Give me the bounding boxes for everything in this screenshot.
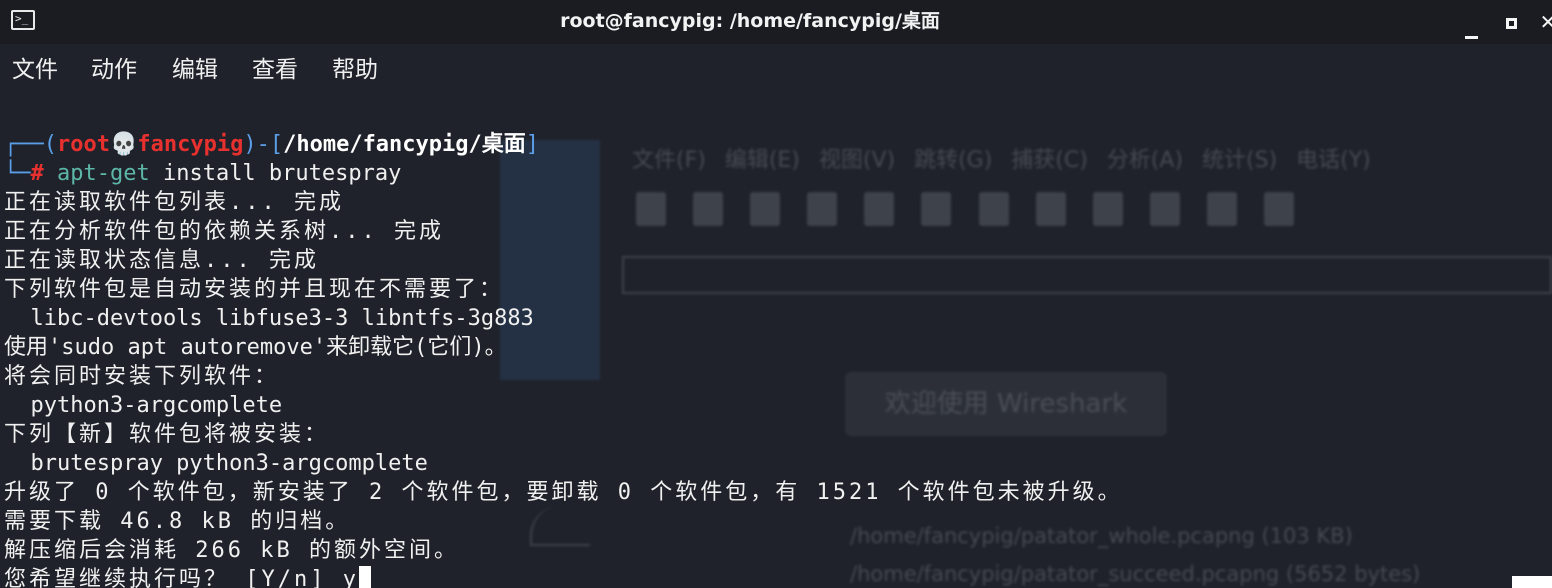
- background-toolbar: [636, 192, 1536, 228]
- menu-item-help[interactable]: 帮助: [332, 54, 378, 86]
- background-toolbar-icon: [750, 192, 781, 226]
- output-line: 正在读取状态信息... 完成: [4, 248, 319, 273]
- background-toolbar-icon: [693, 192, 724, 226]
- command-word: apt-get: [57, 161, 150, 186]
- background-sidebar: [500, 140, 600, 380]
- output-line: 解压缩后会消耗 266 kB 的额外空间。: [4, 538, 459, 563]
- maximize-icon: [1505, 18, 1517, 29]
- background-filter-bar: [622, 256, 1552, 294]
- maximize-button[interactable]: [1498, 8, 1524, 36]
- minimize-icon: [1464, 36, 1478, 39]
- confirm-prompt: 您希望继续执行吗？ [Y/n] y: [4, 567, 359, 588]
- output-line: 将会同时安装下列软件：: [4, 364, 280, 389]
- command-line: └─# apt-get install brutespray: [4, 159, 401, 188]
- confirm-line: 您希望继续执行吗？ [Y/n] y: [4, 565, 371, 588]
- skull-icon: 💀: [109, 132, 138, 157]
- partial-window-edge: [1512, 576, 1552, 588]
- output-line: 下列软件包是自动安装的并且现在不需要了：: [4, 277, 505, 302]
- background-menu: 文件(F) 编辑(E) 视图(V) 跳转(G) 捕获(C) 分析(A) 统计(S…: [632, 148, 1371, 173]
- prompt-mid: )-[: [243, 132, 284, 157]
- background-window-ghost: 文件(F) 编辑(E) 视图(V) 跳转(G) 捕获(C) 分析(A) 统计(S…: [500, 96, 1552, 588]
- close-button[interactable]: ✕: [1538, 8, 1552, 36]
- window-title: root@fancypig: /home/fancypig/桌面: [560, 10, 940, 32]
- output-line: 需要下载 46.8 kB 的归档。: [4, 509, 351, 534]
- background-toolbar-icon: [807, 192, 838, 226]
- output-line: python3-argcomplete: [4, 393, 283, 418]
- output-line: 使用'sudo apt autoremove'来卸载它(它们)。: [4, 335, 507, 360]
- prompt-open: ┌──(: [4, 132, 57, 157]
- background-file-entry: /home/fancypig/patator_succeed.pcapng (5…: [850, 562, 1421, 586]
- menu-item-file[interactable]: 文件: [12, 54, 58, 86]
- background-wave-graphic: [530, 506, 590, 546]
- output-line: 升级了 0 个软件包，新安装了 2 个软件包，要卸载 0 个软件包，有 1521…: [4, 480, 1123, 505]
- menu-item-view[interactable]: 查看: [252, 54, 298, 86]
- command-args: install brutespray: [149, 161, 402, 186]
- output-line: libc-devtools libfuse3-3 libntfs-3g883: [4, 306, 534, 331]
- menu-item-edit[interactable]: 编辑: [172, 54, 218, 86]
- output-line: 正在分析软件包的依赖关系树... 完成: [4, 219, 444, 244]
- output-line: 下列【新】软件包将被安装：: [4, 422, 330, 447]
- menu-item-actions[interactable]: 动作: [91, 54, 137, 86]
- prompt-hash: #: [30, 161, 44, 186]
- menu-bar: 文件 动作 编辑 查看 帮助: [0, 44, 1552, 96]
- background-toolbar-icon: [921, 192, 952, 226]
- minimize-button[interactable]: [1458, 8, 1484, 39]
- text-cursor: [358, 566, 371, 588]
- background-toolbar-icon: [1092, 192, 1123, 226]
- prompt-host: fancypig: [137, 132, 244, 157]
- prompt-lead: └─: [4, 161, 31, 186]
- background-toolbar-icon: [864, 192, 895, 226]
- prompt-header: ┌──(root💀fancypig)-[/home/fancypig/桌面]: [4, 130, 539, 159]
- background-toolbar-icon: [1035, 192, 1066, 226]
- title-bar[interactable]: >_ root@fancypig: /home/fancypig/桌面 ✕: [0, 0, 1552, 44]
- prompt-close: ]: [525, 132, 540, 157]
- prompt-path: /home/fancypig/桌面: [283, 132, 526, 157]
- close-icon: ✕: [1539, 10, 1552, 34]
- output-line: brutespray python3-argcomplete: [4, 451, 428, 476]
- terminal-window: 文件(F) 编辑(E) 视图(V) 跳转(G) 捕获(C) 分析(A) 统计(S…: [0, 0, 1552, 588]
- output-line: 正在读取软件包列表... 完成: [4, 190, 344, 215]
- prompt-user: root: [56, 132, 110, 157]
- background-file-entry: /home/fancypig/patator_whole.pcapng (103…: [850, 524, 1353, 548]
- background-toolbar-icon: [1206, 192, 1237, 226]
- background-toolbar-icon: [1149, 192, 1180, 226]
- background-toolbar-icon: [636, 192, 666, 226]
- background-welcome: 欢迎使用 Wireshark: [845, 372, 1167, 436]
- background-toolbar-icon: [978, 192, 1009, 226]
- background-toolbar-icon: [1264, 192, 1295, 226]
